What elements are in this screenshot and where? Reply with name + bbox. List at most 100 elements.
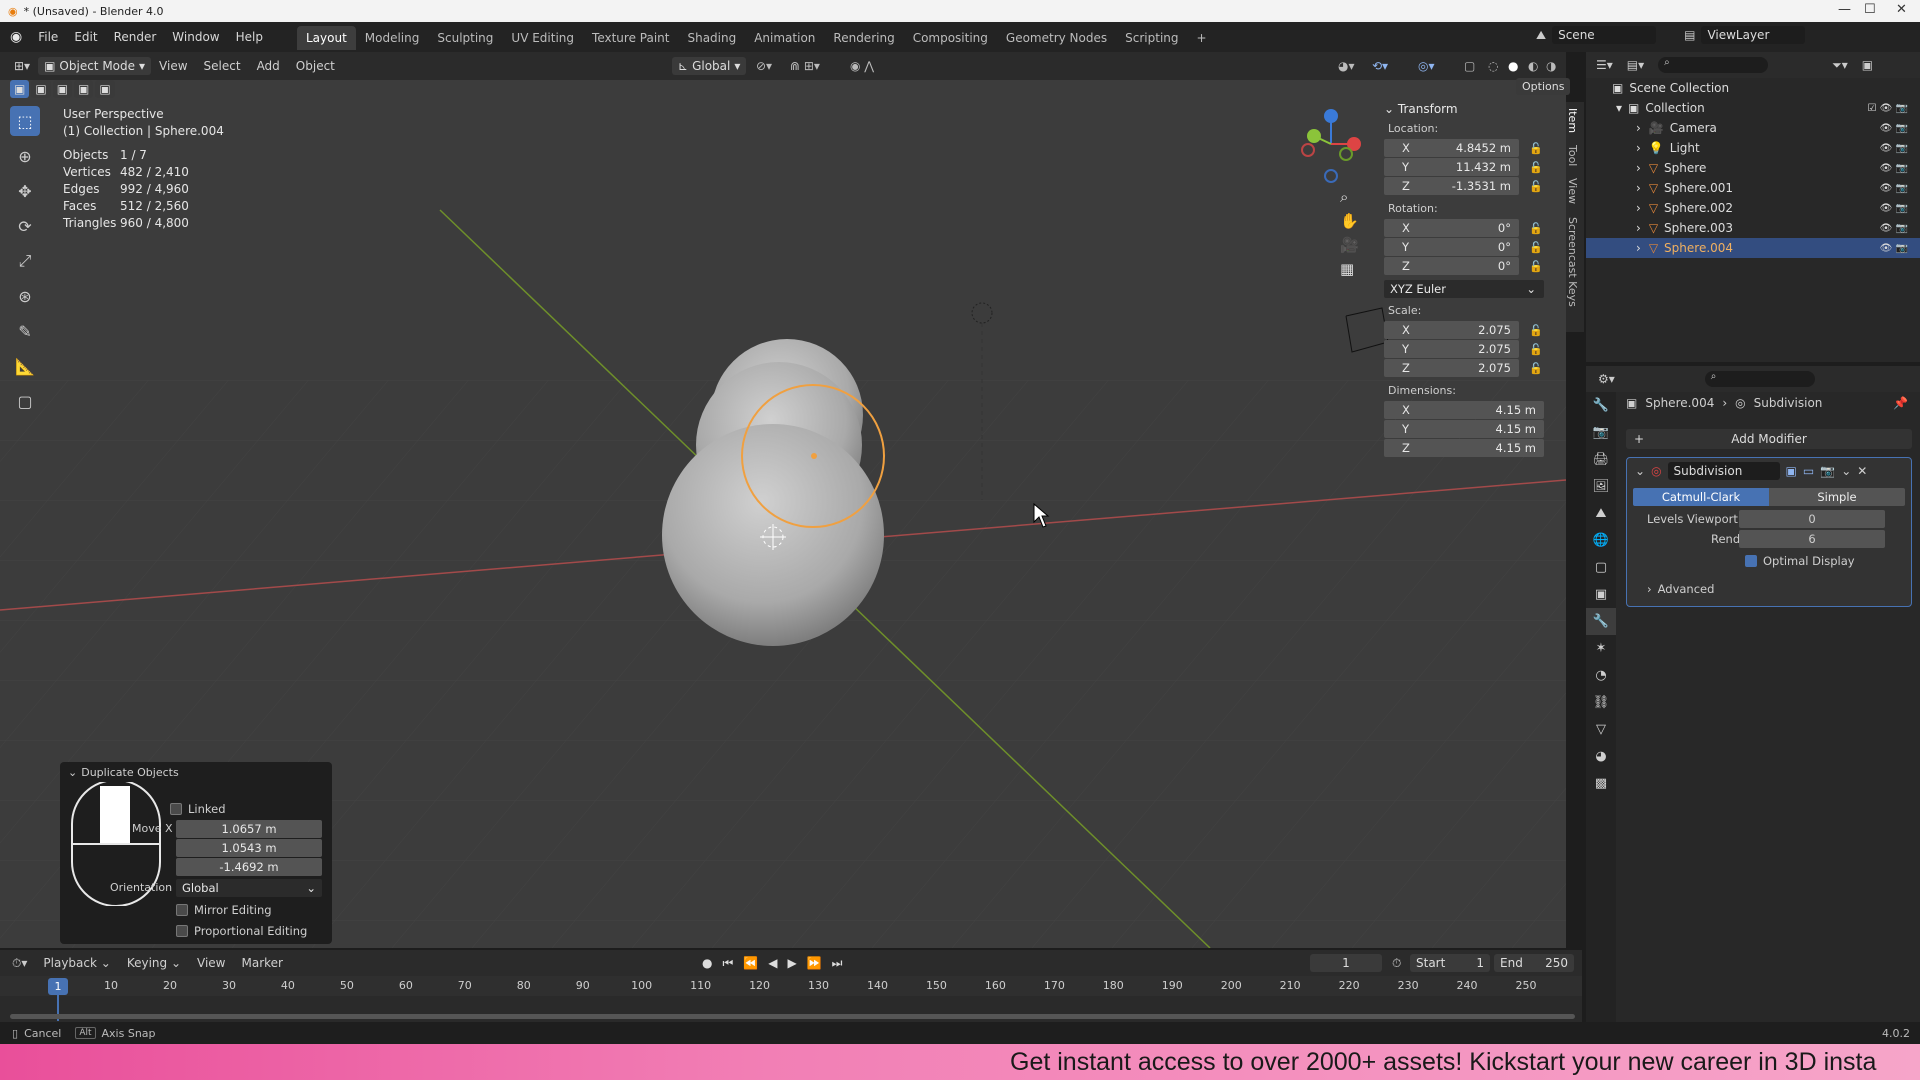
tab-sculpting[interactable]: Sculpting bbox=[428, 26, 502, 50]
outliner-item-sphere-002[interactable]: › ▽ Sphere.002 👁 📷 bbox=[1586, 198, 1920, 218]
render-tab-icon[interactable]: 📷 bbox=[1586, 419, 1616, 446]
checkbox-unchecked-icon[interactable] bbox=[170, 803, 182, 815]
xray-icon[interactable]: ▢ bbox=[1464, 59, 1475, 73]
start-frame-field[interactable]: Start 1 bbox=[1410, 954, 1490, 972]
lock-icon[interactable]: 🔓 bbox=[1529, 241, 1543, 254]
object-tab-icon[interactable]: ▣ bbox=[1586, 581, 1616, 608]
move-x-field[interactable]: 1.0657 m bbox=[176, 820, 322, 838]
close-icon[interactable]: ✕ bbox=[1896, 2, 1907, 17]
expand-chevron-icon[interactable]: › bbox=[1636, 201, 1641, 215]
record-icon[interactable]: ● bbox=[702, 956, 712, 971]
collection-tab-icon[interactable]: ▢ bbox=[1586, 554, 1616, 581]
tab-scripting[interactable]: Scripting bbox=[1116, 26, 1187, 50]
advanced-subpanel[interactable]: › Advanced bbox=[1647, 582, 1714, 596]
location-y-field[interactable]: Y 11.432 m bbox=[1384, 158, 1519, 176]
outliner-collection[interactable]: ▾ ▣ Collection ☑ 👁 📷 bbox=[1586, 98, 1920, 118]
lock-icon[interactable]: 🔓 bbox=[1529, 161, 1543, 174]
transform-tool-icon[interactable]: ⊛ bbox=[10, 281, 40, 311]
rotation-mode-dropdown[interactable]: XYZ Euler ⌄ bbox=[1384, 280, 1544, 298]
world-tab-icon[interactable]: 🌐 bbox=[1586, 527, 1616, 554]
tab-modeling[interactable]: Modeling bbox=[356, 26, 429, 50]
rotate-tool-icon[interactable]: ⟳ bbox=[10, 211, 40, 241]
checkbox-unchecked-icon[interactable] bbox=[176, 904, 188, 916]
rotation-y-field[interactable]: Y 0° bbox=[1384, 238, 1519, 256]
select-new-icon[interactable]: ▣ bbox=[10, 80, 30, 98]
lock-icon[interactable]: 🔓 bbox=[1529, 343, 1543, 356]
data-tab-icon[interactable]: ▽ bbox=[1586, 716, 1616, 743]
solid-shading-icon[interactable]: ● bbox=[1508, 59, 1518, 73]
visibility-eye-icon[interactable]: 👁 📷 bbox=[1880, 243, 1908, 254]
tab-uv-editing[interactable]: UV Editing bbox=[502, 26, 583, 50]
menu-add[interactable]: Add bbox=[249, 59, 288, 73]
scale-x-field[interactable]: X 2.075 bbox=[1384, 321, 1519, 339]
dimension-x-field[interactable]: X 4.15 m bbox=[1384, 401, 1544, 419]
dropdown-icon[interactable]: ⌄ bbox=[1841, 464, 1851, 478]
menu-playback[interactable]: Playback ⌄ bbox=[35, 956, 118, 970]
tab-shading[interactable]: Shading bbox=[678, 26, 745, 50]
pivot-icon[interactable]: ⊘▾ bbox=[756, 59, 772, 73]
visibility-eye-icon[interactable]: 👁 📷 bbox=[1880, 223, 1908, 234]
options-button[interactable]: Options bbox=[1516, 78, 1571, 95]
outliner-editor-icon[interactable]: ☰▾ bbox=[1596, 58, 1613, 72]
tab-geometry-nodes[interactable]: Geometry Nodes bbox=[997, 26, 1116, 50]
texture-tab-icon[interactable]: ▩ bbox=[1586, 770, 1616, 797]
menu-edit[interactable]: Edit bbox=[66, 22, 105, 52]
outliner-item-camera[interactable]: › 🎥 Camera 👁 📷 bbox=[1586, 118, 1920, 138]
gizmo-icon[interactable]: ⟲▾ bbox=[1372, 59, 1388, 73]
lock-icon[interactable]: 🔓 bbox=[1529, 324, 1543, 337]
rotation-z-field[interactable]: Z 0° bbox=[1384, 257, 1519, 275]
close-icon[interactable]: ✕ bbox=[1857, 464, 1867, 478]
expand-chevron-icon[interactable]: ▾ bbox=[1616, 101, 1622, 115]
mirror-editing-checkbox[interactable]: Mirror Editing bbox=[176, 903, 272, 917]
menu-select[interactable]: Select bbox=[196, 59, 249, 73]
outliner-search-input[interactable]: ⌕ bbox=[1658, 57, 1769, 73]
redo-panel-header[interactable]: ⌄ Duplicate Objects bbox=[68, 766, 179, 779]
editor-type-icon[interactable]: ⊞▾ bbox=[0, 59, 38, 73]
dimension-y-field[interactable]: Y 4.15 m bbox=[1384, 420, 1544, 438]
add-modifier-button[interactable]: + Add Modifier bbox=[1626, 429, 1912, 449]
zoom-icon[interactable]: ⌕ bbox=[1340, 188, 1359, 206]
scene-tab-icon[interactable]: ⛰ bbox=[1586, 500, 1616, 527]
visibility-eye-icon[interactable]: 👁 📷 bbox=[1880, 123, 1908, 134]
scale-tool-icon[interactable]: ⤢ bbox=[10, 246, 40, 276]
optimal-display-checkbox[interactable]: Optimal Display bbox=[1745, 554, 1855, 568]
expand-chevron-icon[interactable]: › bbox=[1636, 161, 1641, 175]
physics-tab-icon[interactable]: ◔ bbox=[1586, 662, 1616, 689]
lock-icon[interactable]: 🔓 bbox=[1529, 260, 1543, 273]
orientation-dropdown[interactable]: Global ⌄ bbox=[176, 879, 322, 897]
viewport-toggle-icon[interactable]: ▭ bbox=[1803, 464, 1814, 478]
end-frame-field[interactable]: End 250 bbox=[1494, 954, 1574, 972]
levels-viewport-field[interactable]: 0 bbox=[1739, 510, 1885, 528]
maximize-icon[interactable]: ☐ bbox=[1864, 2, 1876, 17]
menu-view[interactable]: View bbox=[151, 59, 195, 73]
minimize-icon[interactable]: — bbox=[1838, 2, 1851, 17]
move-tool-icon[interactable]: ✥ bbox=[10, 176, 40, 206]
particles-tab-icon[interactable]: ✶ bbox=[1586, 635, 1616, 662]
properties-editor-icon[interactable]: ⚙▾ bbox=[1598, 372, 1615, 386]
material-tab-icon[interactable]: ◕ bbox=[1586, 743, 1616, 770]
properties-search-input[interactable]: ⌕ bbox=[1704, 371, 1815, 387]
timeline-scrollbar[interactable] bbox=[10, 1014, 1575, 1019]
visibility-eye-icon[interactable]: 👁 📷 bbox=[1880, 163, 1908, 174]
dimension-z-field[interactable]: Z 4.15 m bbox=[1384, 439, 1544, 457]
sidebar-tab-item[interactable]: Item bbox=[1566, 102, 1579, 139]
modifier-tab-icon[interactable]: 🔧 bbox=[1586, 608, 1616, 635]
navigation-gizmo[interactable] bbox=[1286, 104, 1376, 188]
view-layer-tab-icon[interactable]: 🖼 bbox=[1586, 473, 1616, 500]
move-z-field[interactable]: -1.4692 m bbox=[176, 858, 322, 876]
menu-window[interactable]: Window bbox=[164, 22, 227, 52]
mode-selector[interactable]: ▣ Object Mode ▾ bbox=[38, 57, 152, 75]
menu-marker[interactable]: Marker bbox=[233, 956, 290, 970]
scale-y-field[interactable]: Y 2.075 bbox=[1384, 340, 1519, 358]
cursor-tool-icon[interactable]: ⊕ bbox=[10, 141, 40, 171]
outliner-item-sphere-001[interactable]: › ▽ Sphere.001 👁 📷 bbox=[1586, 178, 1920, 198]
snap-icon[interactable]: ⋒ ⊞▾ bbox=[790, 59, 820, 73]
outliner-item-light[interactable]: › 💡 Light 👁 📷 bbox=[1586, 138, 1920, 158]
select-invert-icon[interactable]: ▣ bbox=[74, 80, 94, 98]
tab-animation[interactable]: Animation bbox=[745, 26, 824, 50]
rotation-x-field[interactable]: X 0° bbox=[1384, 219, 1519, 237]
visibility-eye-icon[interactable]: 👁 📷 bbox=[1880, 203, 1908, 214]
lock-icon[interactable]: 🔓 bbox=[1529, 142, 1543, 155]
visibility-icon[interactable]: ◕▾ bbox=[1338, 59, 1355, 73]
sidebar-tab-tool[interactable]: Tool bbox=[1566, 139, 1579, 172]
